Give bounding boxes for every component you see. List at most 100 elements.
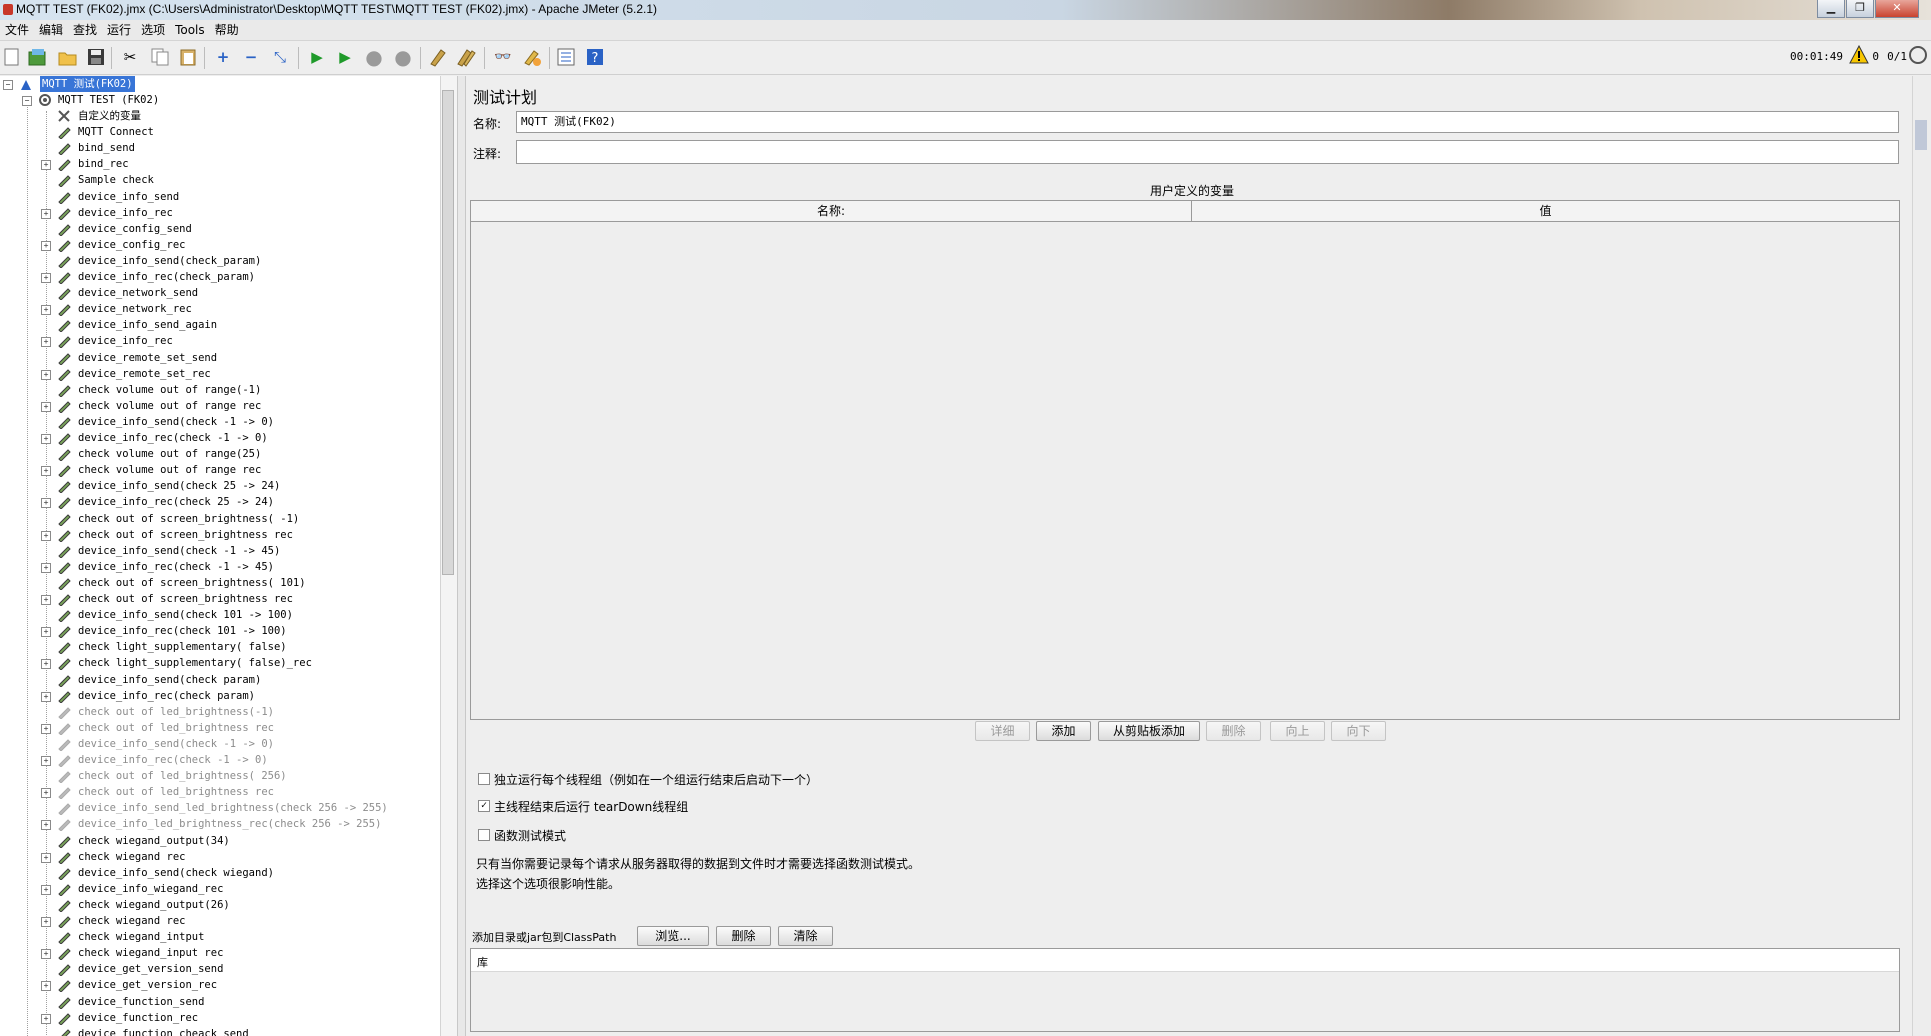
- move-down-button[interactable]: 向下: [1331, 721, 1386, 741]
- tree-expand-toggle[interactable]: +: [41, 595, 51, 605]
- tree-item[interactable]: device_function_rec: [78, 1010, 198, 1026]
- tree-expand-toggle[interactable]: +: [41, 981, 51, 991]
- tree-item[interactable]: check wiegand_input rec: [78, 945, 223, 961]
- run-groups-consecutively-checkbox[interactable]: [478, 773, 490, 785]
- tree-expand-toggle[interactable]: +: [41, 949, 51, 959]
- tree-expand-toggle[interactable]: +: [41, 885, 51, 895]
- tree-item[interactable]: device_info_send(check -1 -> 0): [78, 736, 274, 752]
- tree-item[interactable]: device_info_send_again: [78, 317, 217, 333]
- tree-item[interactable]: device_info_send(check param): [78, 672, 261, 688]
- tree-item[interactable]: device_info_led_brightness_rec(check 256…: [78, 816, 381, 832]
- classpath-library-table[interactable]: 库: [470, 948, 1900, 1032]
- tree-item[interactable]: device_info_rec(check 101 -> 100): [78, 623, 287, 639]
- reset-search-icon[interactable]: [522, 47, 542, 67]
- tree-expand-toggle[interactable]: +: [41, 853, 51, 863]
- remote-engines-icon[interactable]: [1909, 46, 1927, 64]
- panel-splitter[interactable]: [457, 76, 466, 1036]
- classpath-delete-button[interactable]: 删除: [716, 926, 771, 946]
- tree-item[interactable]: check wiegand_intput: [78, 929, 204, 945]
- tree-item[interactable]: device_info_rec(check_param): [78, 269, 255, 285]
- tree-expand-toggle[interactable]: +: [41, 820, 51, 830]
- tree-item[interactable]: check wiegand_output(34): [78, 833, 230, 849]
- tree-item[interactable]: check out of screen_brightness( 101): [78, 575, 306, 591]
- tree-item[interactable]: check out of led_brightness(-1): [78, 704, 274, 720]
- delete-button[interactable]: 删除: [1206, 721, 1261, 741]
- column-header-name[interactable]: 名称:: [471, 201, 1192, 222]
- menu-search[interactable]: 查找: [68, 20, 102, 40]
- menu-tools[interactable]: Tools: [170, 20, 210, 40]
- save-icon[interactable]: [86, 47, 106, 67]
- tree-item[interactable]: check out of led_brightness rec: [78, 784, 274, 800]
- expand-icon[interactable]: +: [213, 47, 233, 67]
- tree-item[interactable]: device_info_rec(check 25 -> 24): [78, 494, 274, 510]
- tree-root-node[interactable]: MQTT 测试(FK02): [40, 76, 135, 92]
- search-icon[interactable]: 👓: [493, 47, 513, 67]
- tree-item[interactable]: device_info_send: [78, 189, 179, 205]
- tree-expand-toggle[interactable]: +: [41, 917, 51, 927]
- tree-item[interactable]: device_info_rec: [78, 205, 173, 221]
- stop-icon[interactable]: ●: [364, 47, 384, 67]
- tree-item[interactable]: device_info_rec(check -1 -> 0): [78, 430, 268, 446]
- tree-expand-toggle[interactable]: +: [41, 370, 51, 380]
- clear-icon[interactable]: [428, 47, 448, 67]
- templates-icon[interactable]: [28, 47, 48, 67]
- menu-options[interactable]: 选项: [136, 20, 170, 40]
- tree-item[interactable]: check out of screen_brightness rec: [78, 527, 293, 543]
- menu-edit[interactable]: 编辑: [34, 20, 68, 40]
- start-no-pause-icon[interactable]: ▶: [335, 47, 355, 67]
- tree-expand-toggle[interactable]: +: [41, 498, 51, 508]
- tree-item[interactable]: device_function_cheack_send: [78, 1026, 249, 1036]
- tree-expand-toggle[interactable]: +: [41, 273, 51, 283]
- tree-scrollbar-thumb[interactable]: [442, 90, 454, 575]
- move-up-button[interactable]: 向上: [1270, 721, 1325, 741]
- column-header-value[interactable]: 值: [1192, 201, 1899, 222]
- minimize-button[interactable]: ▁: [1817, 0, 1845, 18]
- copy-icon[interactable]: [150, 47, 170, 67]
- paste-icon[interactable]: [178, 47, 198, 67]
- tree-item[interactable]: device_info_rec(check param): [78, 688, 255, 704]
- tree-expand-toggle[interactable]: +: [41, 466, 51, 476]
- tree-item[interactable]: device_info_rec(check -1 -> 45): [78, 559, 274, 575]
- menu-file[interactable]: 文件: [0, 20, 34, 40]
- tree-expand-toggle[interactable]: +: [41, 659, 51, 669]
- tree-expand-toggle[interactable]: +: [41, 724, 51, 734]
- tree-item[interactable]: check light_supplementary( false): [78, 639, 287, 655]
- tree-expand-toggle[interactable]: +: [41, 563, 51, 573]
- tree-item[interactable]: check volume out of range(25): [78, 446, 261, 462]
- teardown-checkbox[interactable]: ✓: [478, 800, 490, 812]
- tree-item[interactable]: bind_rec: [78, 156, 129, 172]
- tree-item[interactable]: check out of led_brightness rec: [78, 720, 274, 736]
- menu-help[interactable]: 帮助: [210, 20, 244, 40]
- tree-item[interactable]: device_network_rec: [78, 301, 192, 317]
- collapse-icon[interactable]: −: [241, 47, 261, 67]
- tree-item[interactable]: Sample check: [78, 172, 154, 188]
- test-plan-tree[interactable]: − MQTT 测试(FK02) − MQTT TEST (FK02) 自定义的变…: [0, 76, 440, 1036]
- tree-item[interactable]: device_remote_set_send: [78, 350, 217, 366]
- tree-item[interactable]: 自定义的变量: [78, 108, 141, 124]
- tree-expand-toggle[interactable]: +: [41, 692, 51, 702]
- tree-item[interactable]: device_info_send(check -1 -> 0): [78, 414, 274, 430]
- panel-scrollbar-thumb[interactable]: [1915, 120, 1927, 150]
- tree-expand-toggle[interactable]: +: [41, 160, 51, 170]
- open-icon[interactable]: [58, 47, 78, 67]
- tree-expand-toggle[interactable]: +: [41, 756, 51, 766]
- root-collapse-toggle[interactable]: −: [3, 80, 13, 90]
- tree-item[interactable]: device_info_wiegand_rec: [78, 881, 223, 897]
- panel-scrollbar[interactable]: [1912, 76, 1931, 1036]
- browse-button[interactable]: 浏览...: [637, 926, 709, 946]
- tree-item[interactable]: check out of screen_brightness rec: [78, 591, 293, 607]
- details-button[interactable]: 详细: [975, 721, 1030, 741]
- tree-expand-toggle[interactable]: +: [41, 788, 51, 798]
- tree-item[interactable]: check wiegand rec: [78, 849, 185, 865]
- tree-item[interactable]: bind_send: [78, 140, 135, 156]
- add-button[interactable]: 添加: [1036, 721, 1091, 741]
- classpath-clear-button[interactable]: 清除: [778, 926, 833, 946]
- comment-field[interactable]: [516, 140, 1899, 164]
- tree-expand-toggle[interactable]: +: [41, 402, 51, 412]
- tree-expand-toggle[interactable]: +: [41, 434, 51, 444]
- tree-expand-toggle[interactable]: +: [41, 209, 51, 219]
- tree-item[interactable]: MQTT Connect: [78, 124, 154, 140]
- tree-item[interactable]: check volume out of range(-1): [78, 382, 261, 398]
- close-button[interactable]: ✕: [1875, 0, 1919, 18]
- tree-item[interactable]: device_info_rec(check -1 -> 0): [78, 752, 268, 768]
